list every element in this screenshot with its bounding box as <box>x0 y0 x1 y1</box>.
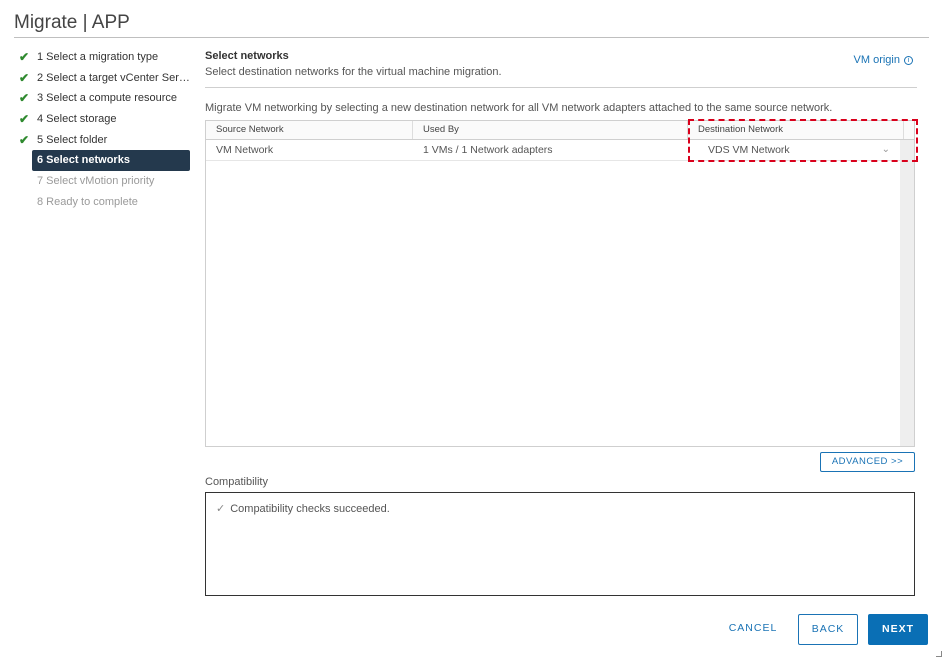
step-1[interactable]: ✔ 1 Select a migration type <box>18 47 190 68</box>
page-title: Migrate | APP <box>14 12 130 33</box>
table-scrollbar[interactable] <box>900 140 914 446</box>
section-divider <box>205 87 917 88</box>
check-icon: ✔ <box>19 70 30 85</box>
section-header: Select networks Select destination netwo… <box>205 50 917 88</box>
network-hint: Migrate VM networking by selecting a new… <box>205 102 833 114</box>
check-icon: ✔ <box>19 132 30 147</box>
step-7: 7 Select vMotion priority <box>37 175 155 188</box>
section-description: Select destination networks for the virt… <box>205 66 502 78</box>
step-5[interactable]: ✔ 5 Select folder <box>18 130 190 151</box>
check-icon: ✔ <box>19 91 30 106</box>
back-button[interactable]: BACK <box>798 614 858 645</box>
step-6-active[interactable]: 6 Select networks <box>32 150 190 172</box>
check-icon: ✓ <box>216 503 226 515</box>
step-8: 8 Ready to complete <box>37 195 138 208</box>
destination-highlight <box>688 119 918 162</box>
info-icon: i <box>904 55 913 65</box>
check-icon: ✔ <box>19 112 30 127</box>
networks-table: Source Network Used By Destination Netwo… <box>205 120 915 447</box>
step-2[interactable]: ✔ 2 Select a target vCenter Server <box>18 68 190 89</box>
resize-handle[interactable] <box>936 651 942 657</box>
compatibility-label: Compatibility <box>205 476 268 488</box>
next-button[interactable]: NEXT <box>868 614 928 645</box>
vm-origin-link[interactable]: VM origin i <box>854 54 913 66</box>
title-divider <box>14 37 929 38</box>
check-icon: ✔ <box>19 50 30 64</box>
step-4[interactable]: ✔ 4 Select storage <box>18 109 190 130</box>
header-used-by[interactable]: Used By <box>413 121 688 139</box>
cell-used-by: 1 VMs / 1 Network adapters <box>423 144 553 156</box>
header-source-network[interactable]: Source Network <box>206 121 413 139</box>
compatibility-box: ✓ Compatibility checks succeeded. <box>205 492 915 596</box>
section-title: Select networks <box>205 50 289 62</box>
cell-source: VM Network <box>216 144 274 156</box>
cancel-button[interactable]: CANCEL <box>719 614 787 645</box>
wizard-steps: ✔ 1 Select a migration type ✔ 2 Select a t… <box>18 47 190 213</box>
step-3[interactable]: ✔ 3 Select a compute resource <box>18 88 190 109</box>
advanced-button[interactable]: ADVANCED >> <box>820 452 915 472</box>
compatibility-message: Compatibility checks succeeded. <box>230 503 390 515</box>
